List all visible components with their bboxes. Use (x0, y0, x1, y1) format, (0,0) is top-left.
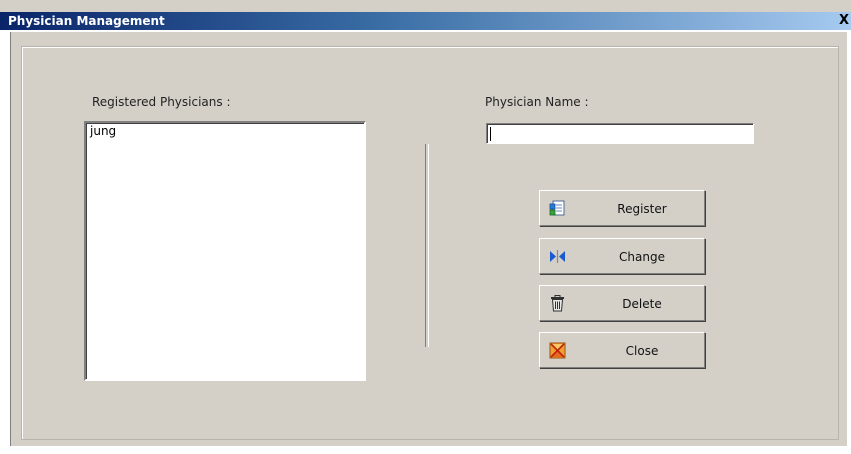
text-caret (490, 127, 491, 141)
registered-physicians-label: Registered Physicians : (92, 95, 231, 109)
vertical-separator (425, 144, 429, 347)
register-icon (549, 200, 565, 216)
physician-name-label: Physician Name : (485, 95, 589, 109)
list-item[interactable]: jung (86, 123, 364, 140)
window-title: Physician Management (8, 14, 165, 28)
content-panel: Registered Physicians : jung Physician N… (10, 32, 848, 446)
close-icon (549, 342, 566, 359)
physicians-listbox[interactable]: jung (84, 121, 366, 381)
register-button[interactable]: Register (539, 190, 705, 226)
physician-name-input[interactable] (486, 123, 754, 144)
close-button-label: Close (625, 344, 659, 358)
delete-button-label: Delete (622, 297, 662, 311)
change-button-label: Change (619, 250, 665, 264)
change-button[interactable]: Change (539, 238, 705, 274)
trash-icon (551, 295, 564, 312)
close-button[interactable]: Close (539, 332, 705, 368)
title-bar[interactable]: Physician Management X (0, 12, 851, 30)
register-button-label: Register (617, 202, 667, 216)
window-close-icon[interactable]: X (839, 13, 849, 29)
change-icon (550, 250, 565, 263)
physician-management-window: Physician Management X Registered Physic… (0, 0, 851, 454)
delete-button[interactable]: Delete (539, 285, 705, 321)
